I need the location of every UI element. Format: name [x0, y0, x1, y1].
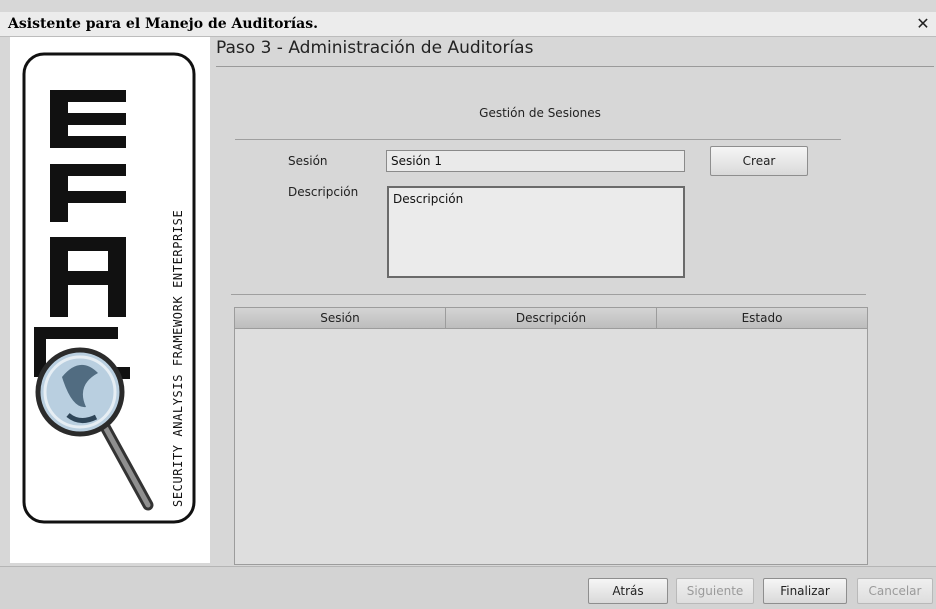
column-header-session[interactable]: Sesión [235, 308, 446, 328]
description-label: Descripción [288, 185, 359, 199]
table-header: Sesión Descripción Estado [235, 308, 867, 329]
close-icon[interactable]: ✕ [914, 15, 932, 33]
title-bar: Asistente para el Manejo de Auditorías. … [0, 12, 936, 37]
svg-text:SECURITY ANALYSIS FRAMEWORK EN: SECURITY ANALYSIS FRAMEWORK ENTERPRISE [171, 210, 185, 507]
column-header-description[interactable]: Descripción [446, 308, 657, 328]
wizard-window: Asistente para el Manejo de Auditorías. … [0, 0, 936, 609]
back-button[interactable]: Atrás [588, 578, 668, 604]
column-header-status[interactable]: Estado [657, 308, 867, 328]
step-title: Paso 3 - Administración de Auditorías [216, 38, 534, 58]
description-textarea[interactable]: Descripción [387, 186, 685, 278]
session-label: Sesión [288, 154, 328, 168]
finish-button[interactable]: Finalizar [763, 578, 847, 604]
next-button[interactable]: Siguiente [676, 578, 754, 604]
session-input[interactable] [386, 150, 685, 172]
logo-panel: SECURITY ANALYSIS FRAMEWORK ENTERPRISE [10, 37, 210, 563]
section-divider-top [235, 139, 841, 140]
step-divider [216, 66, 934, 67]
cancel-button[interactable]: Cancelar [857, 578, 933, 604]
section-divider-bottom [231, 294, 866, 295]
create-button[interactable]: Crear [710, 146, 808, 176]
window-title: Asistente para el Manejo de Auditorías. [8, 16, 319, 32]
safe-logo: SECURITY ANALYSIS FRAMEWORK ENTERPRISE [22, 52, 196, 524]
section-title: Gestión de Sesiones [479, 106, 601, 120]
sessions-table[interactable]: Sesión Descripción Estado [234, 307, 868, 565]
